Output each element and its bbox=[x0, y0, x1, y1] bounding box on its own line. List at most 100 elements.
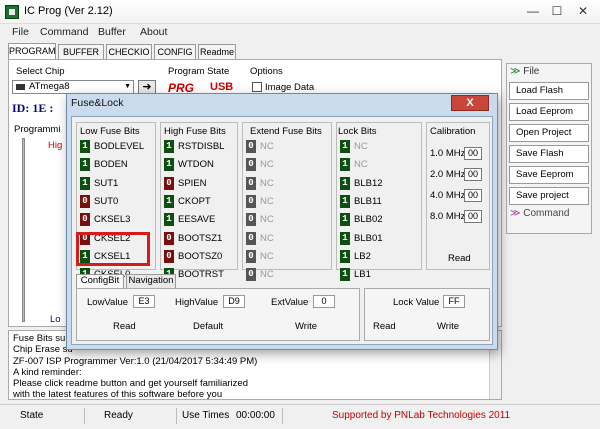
high-fuse-label: BOOTRST bbox=[178, 269, 224, 281]
expand-icon: ≫ bbox=[510, 208, 524, 219]
ext-fuse-toggle[interactable]: 0 bbox=[246, 213, 256, 227]
tab-program[interactable]: PROGRAM bbox=[8, 43, 56, 60]
high-fuse-toggle[interactable]: 1 bbox=[164, 158, 174, 172]
status-ready: Ready bbox=[104, 410, 133, 421]
ext-fuse-toggle[interactable]: 0 bbox=[246, 158, 256, 172]
lock-write-button[interactable]: Write bbox=[437, 321, 459, 332]
lock-bit-toggle[interactable]: 1 bbox=[340, 249, 350, 263]
low-fuse-label: CKSEL3 bbox=[94, 214, 131, 226]
low-value-field[interactable]: E3 bbox=[133, 295, 155, 308]
high-value-field[interactable]: D9 bbox=[223, 295, 245, 308]
close-button[interactable]: ✕ bbox=[572, 3, 594, 19]
chip-select[interactable]: ATmega8 ▼ bbox=[12, 80, 134, 94]
lock-bit-toggle[interactable]: 1 bbox=[340, 213, 350, 227]
lock-bit-toggle[interactable]: 1 bbox=[340, 158, 350, 172]
menu-file[interactable]: File bbox=[12, 26, 29, 38]
maximize-button[interactable]: ☐ bbox=[546, 3, 568, 19]
log-line: ZF-007 ISP Programmer Ver:1.0 (21/04/201… bbox=[13, 355, 258, 367]
load-flash-button[interactable]: Load Flash bbox=[509, 82, 589, 100]
tab-navigation[interactable]: Navigation bbox=[126, 274, 176, 288]
cksel-highlight bbox=[76, 232, 150, 266]
ext-fuse-toggle[interactable]: 0 bbox=[246, 140, 256, 153]
select-chip-label: Select Chip bbox=[16, 66, 65, 77]
low-value-label: LowValue bbox=[87, 297, 129, 308]
lock-bit-toggle[interactable]: 1 bbox=[340, 140, 350, 153]
low-fuse-toggle[interactable]: 1 bbox=[80, 158, 90, 172]
ext-fuse-toggle[interactable]: 0 bbox=[246, 268, 256, 282]
dialog-body: Low Fuse Bits High Fuse Bits Extend Fuse… bbox=[71, 116, 493, 345]
fuse-lock-dialog: Fuse&Lock X Low Fuse Bits High Fuse Bits… bbox=[66, 93, 498, 350]
ext-fuse-toggle[interactable]: 0 bbox=[246, 249, 256, 263]
cal-value[interactable]: 00 bbox=[464, 168, 482, 181]
cal-value[interactable]: 00 bbox=[464, 147, 482, 160]
tab-config[interactable]: CONFIG bbox=[154, 44, 196, 60]
low-fuse-toggle[interactable]: 1 bbox=[80, 140, 90, 153]
menu-about[interactable]: About bbox=[140, 26, 167, 38]
tab-buffer[interactable]: BUFFER bbox=[58, 44, 104, 60]
lock-bit-toggle[interactable]: 1 bbox=[340, 176, 350, 190]
dialog-close-button[interactable]: X bbox=[451, 95, 489, 111]
chip-id: ID: 1E : bbox=[12, 101, 54, 115]
high-fuse-toggle[interactable]: 1 bbox=[164, 140, 174, 153]
ext-fuse-label: NC bbox=[260, 269, 274, 281]
lock-bit-toggle[interactable]: 1 bbox=[340, 231, 350, 245]
cal-label: 4.0 MHz bbox=[430, 190, 466, 201]
menu-command[interactable]: Command bbox=[40, 26, 88, 38]
calibration-heading: Calibration bbox=[430, 126, 476, 137]
cal-value[interactable]: 00 bbox=[464, 210, 482, 223]
lock-bit-toggle[interactable]: 1 bbox=[340, 268, 350, 282]
load-eeprom-button[interactable]: Load Eeprom bbox=[509, 103, 589, 121]
side-file-head: ≫ File bbox=[510, 66, 540, 77]
ext-fuse-toggle[interactable]: 0 bbox=[246, 231, 256, 245]
status-divider bbox=[84, 408, 85, 424]
status-use-times: Use Times bbox=[182, 410, 230, 421]
ext-value-field[interactable]: 0 bbox=[313, 295, 335, 308]
ext-fuse-toggle[interactable]: 0 bbox=[246, 194, 256, 208]
save-eeprom-button[interactable]: Save Eeprom bbox=[509, 166, 589, 184]
lock-bits-heading: Lock Bits bbox=[338, 126, 377, 137]
cal-value[interactable]: 00 bbox=[464, 189, 482, 202]
menu-buffer[interactable]: Buffer bbox=[98, 26, 126, 38]
ext-fuse-toggle[interactable]: 0 bbox=[246, 176, 256, 190]
save-flash-button[interactable]: Save Flash bbox=[509, 145, 589, 163]
high-fuse-toggle[interactable]: 0 bbox=[164, 176, 174, 190]
low-fuse-toggle[interactable]: 1 bbox=[80, 176, 90, 190]
status-time: 00:00:00 bbox=[236, 410, 275, 421]
save-project-button[interactable]: Save project bbox=[509, 187, 589, 205]
lock-bit-toggle[interactable]: 1 bbox=[340, 194, 350, 208]
usb-indicator: USB bbox=[210, 81, 234, 93]
programming-slider[interactable] bbox=[22, 138, 25, 322]
cal-label: 2.0 MHz bbox=[430, 169, 466, 180]
chevron-down-icon: ▼ bbox=[124, 83, 131, 90]
high-fuse-toggle[interactable]: 1 bbox=[164, 213, 174, 227]
high-value-label: HighValue bbox=[175, 297, 219, 308]
high-fuse-toggle[interactable]: 0 bbox=[164, 249, 174, 263]
high-fuse-toggle[interactable]: 0 bbox=[164, 231, 174, 245]
tab-configbit[interactable]: ConfigBit bbox=[76, 274, 124, 288]
fuse-read-button[interactable]: Read bbox=[113, 321, 136, 332]
high-fuse-heading: High Fuse Bits bbox=[164, 126, 226, 137]
window-title: IC Prog (Ver 2.12) bbox=[24, 5, 113, 17]
fuse-default-button[interactable]: Default bbox=[193, 321, 223, 332]
low-fuse-toggle[interactable]: 0 bbox=[80, 194, 90, 208]
tab-readme[interactable]: Readme bbox=[198, 44, 236, 60]
programming-label: Programmi bbox=[14, 124, 61, 135]
high-fuse-toggle[interactable]: 1 bbox=[164, 194, 174, 208]
cal-label: 8.0 MHz bbox=[430, 211, 466, 222]
calibration-read-button[interactable]: Read bbox=[448, 253, 471, 264]
image-data-checkbox[interactable] bbox=[252, 82, 262, 92]
low-fuse-label: BODLEVEL bbox=[94, 141, 145, 152]
ext-fuse-label: NC bbox=[260, 250, 274, 262]
lock-read-button[interactable]: Read bbox=[373, 321, 396, 332]
low-fuse-toggle[interactable]: 0 bbox=[80, 213, 90, 227]
high-fuse-label: WTDON bbox=[178, 159, 214, 171]
tab-checkio[interactable]: CHECKIO bbox=[106, 44, 152, 60]
ext-fuse-label: NC bbox=[260, 177, 274, 189]
fuse-write-button[interactable]: Write bbox=[295, 321, 317, 332]
minimize-button[interactable]: — bbox=[522, 3, 544, 19]
status-state-label: State bbox=[20, 410, 44, 421]
open-project-button[interactable]: Open Project bbox=[509, 124, 589, 142]
ext-fuse-label: NC bbox=[260, 141, 274, 152]
lock-bit-label: LB2 bbox=[354, 250, 371, 262]
lock-value-field[interactable]: FF bbox=[443, 295, 465, 308]
